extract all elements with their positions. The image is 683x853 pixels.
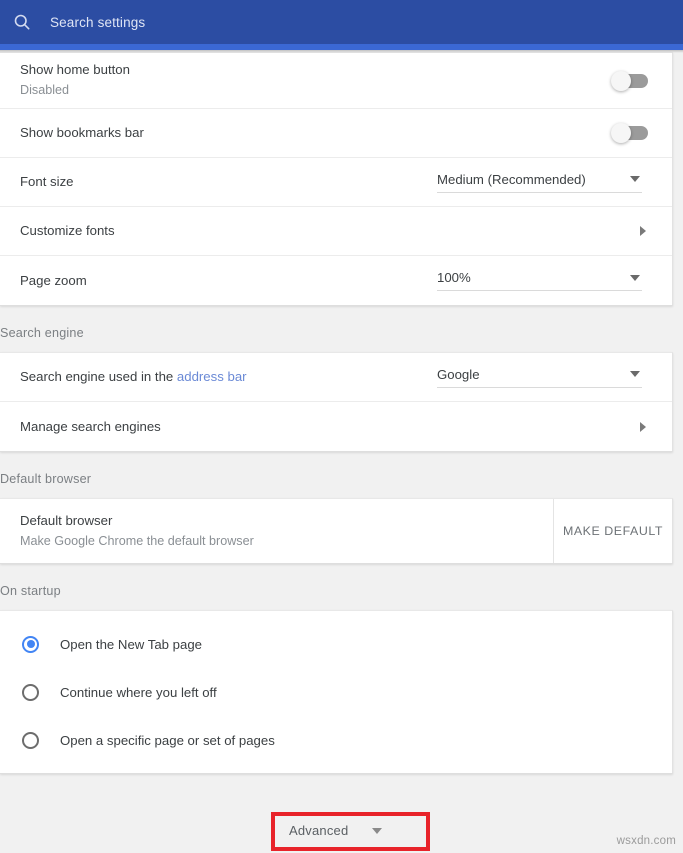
search-input[interactable]: Search settings — [50, 15, 145, 30]
section-header-default-browser: Default browser — [0, 452, 683, 498]
make-default-button[interactable]: MAKE DEFAULT — [563, 524, 663, 538]
header-shadow — [0, 50, 683, 53]
search-engine-value: Google — [437, 367, 480, 382]
settings-content: Show home button Disabled Show bookmarks… — [0, 52, 683, 853]
row-label: Show bookmarks bar — [20, 124, 614, 142]
search-icon — [12, 12, 32, 32]
row-label: Search engine used in the address bar — [20, 368, 437, 386]
chevron-down-icon — [372, 828, 382, 834]
row-sublabel: Disabled — [20, 81, 614, 99]
row-label: Page zoom — [20, 272, 437, 290]
advanced-button[interactable]: Advanced — [289, 823, 382, 838]
section-header-on-startup: On startup — [0, 564, 683, 610]
address-bar-link[interactable]: address bar — [177, 369, 247, 384]
row-text-group: Manage search engines — [20, 418, 640, 436]
row-text-group: Font size — [20, 173, 437, 191]
row-show-home-button[interactable]: Show home button Disabled — [0, 53, 672, 109]
row-page-zoom[interactable]: Page zoom 100% — [0, 256, 672, 305]
section-header-search-engine: Search engine — [0, 306, 683, 352]
row-sublabel: Make Google Chrome the default browser — [20, 532, 553, 550]
row-label: Font size — [20, 173, 437, 191]
row-show-bookmarks-bar[interactable]: Show bookmarks bar — [0, 109, 672, 158]
row-label: Customize fonts — [20, 222, 640, 240]
radio-option-new-tab[interactable]: Open the New Tab page — [0, 620, 672, 668]
advanced-zone — [0, 774, 683, 853]
appearance-card: Show home button Disabled Show bookmarks… — [0, 52, 673, 306]
row-text-group: Show bookmarks bar — [20, 124, 614, 142]
row-text-group: Page zoom — [20, 272, 437, 290]
chevron-down-icon — [630, 371, 640, 377]
chevron-right-icon — [640, 422, 646, 432]
row-label: Default browser — [20, 512, 553, 530]
radio-label: Open the New Tab page — [60, 637, 202, 652]
row-label: Manage search engines — [20, 418, 640, 436]
show-bookmarks-bar-toggle[interactable] — [614, 126, 648, 140]
radio-icon[interactable] — [22, 684, 39, 701]
radio-label: Open a specific page or set of pages — [60, 733, 275, 748]
row-customize-fonts[interactable]: Customize fonts — [0, 207, 672, 256]
row-font-size[interactable]: Font size Medium (Recommended) — [0, 158, 672, 207]
default-browser-text-group: Default browser Make Google Chrome the d… — [0, 499, 553, 563]
header-accent-strip — [0, 44, 683, 50]
radio-option-specific-page[interactable]: Open a specific page or set of pages — [0, 716, 672, 764]
font-size-value: Medium (Recommended) — [437, 172, 586, 187]
page-zoom-select[interactable]: 100% — [437, 270, 642, 291]
on-startup-card: Open the New Tab page Continue where you… — [0, 610, 673, 774]
make-default-cell: MAKE DEFAULT — [553, 499, 672, 563]
row-label: Show home button — [20, 61, 614, 79]
toggle-knob — [611, 71, 631, 91]
row-text-group: Show home button Disabled — [20, 61, 614, 99]
row-label-prefix: Search engine used in the — [20, 369, 177, 384]
advanced-label: Advanced — [289, 823, 348, 838]
chrome-settings-page: Search settings Show home button Disable… — [0, 0, 683, 853]
row-text-group: Customize fonts — [20, 222, 640, 240]
settings-search-bar[interactable]: Search settings — [0, 0, 683, 44]
search-engine-select[interactable]: Google — [437, 367, 642, 388]
page-zoom-value: 100% — [437, 270, 471, 285]
row-text-group: Search engine used in the address bar — [20, 368, 437, 386]
toggle-knob — [611, 123, 631, 143]
search-engine-card: Search engine used in the address bar Go… — [0, 352, 673, 452]
row-manage-search-engines[interactable]: Manage search engines — [0, 402, 672, 451]
row-default-browser: Default browser Make Google Chrome the d… — [0, 499, 672, 563]
watermark: wsxdn.com — [617, 835, 676, 847]
radio-icon[interactable] — [22, 732, 39, 749]
radio-icon-selected[interactable] — [22, 636, 39, 653]
radio-label: Continue where you left off — [60, 685, 217, 700]
chevron-down-icon — [630, 176, 640, 182]
chevron-down-icon — [630, 275, 640, 281]
chevron-right-icon — [640, 226, 646, 236]
font-size-select[interactable]: Medium (Recommended) — [437, 172, 642, 193]
show-home-button-toggle[interactable] — [614, 74, 648, 88]
default-browser-card: Default browser Make Google Chrome the d… — [0, 498, 673, 564]
row-search-engine-used[interactable]: Search engine used in the address bar Go… — [0, 353, 672, 402]
radio-option-continue[interactable]: Continue where you left off — [0, 668, 672, 716]
